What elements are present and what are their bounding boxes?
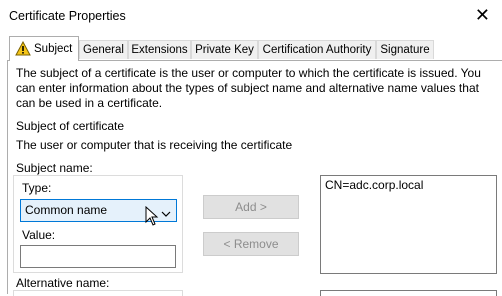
tab-general[interactable]: General — [79, 40, 128, 59]
type-label: Type: — [22, 181, 52, 195]
section-title: Subject of certificate — [16, 119, 125, 133]
list-item[interactable]: CN=adc.corp.local — [325, 178, 423, 192]
value-input[interactable] — [20, 245, 176, 268]
chevron-down-icon — [161, 207, 171, 221]
tab-signature[interactable]: Signature — [376, 40, 434, 59]
title-bar: Certificate Properties ✕ — [0, 0, 502, 33]
mouse-cursor — [145, 205, 159, 229]
description-line-1: The subject of a certificate is the user… — [16, 66, 481, 80]
alternative-name-group — [13, 290, 183, 296]
add-button[interactable]: Add > — [203, 195, 299, 219]
description-line-3: can be used in a certificate. — [16, 96, 163, 110]
remove-button[interactable]: < Remove — [203, 232, 299, 256]
window-title: Certificate Properties — [9, 9, 126, 23]
alternative-name-label: Alternative name: — [16, 276, 110, 290]
warning-icon — [15, 40, 31, 65]
tab-label: Certification Authority — [262, 44, 372, 56]
tab-label: Signature — [380, 44, 430, 56]
type-dropdown-value: Common name — [25, 203, 108, 217]
tab-label: Extensions — [131, 44, 188, 56]
tab-private-key[interactable]: Private Key — [191, 40, 258, 59]
tab-subject[interactable]: Subject — [9, 36, 79, 61]
tab-label: General — [83, 44, 124, 56]
tab-certification-authority[interactable]: Certification Authority — [258, 40, 376, 59]
description-line-2: can enter information about the types of… — [16, 81, 479, 95]
tab-extensions[interactable]: Extensions — [128, 40, 191, 59]
subject-name-label: Subject name: — [16, 161, 93, 175]
tab-label: Private Key — [195, 44, 254, 56]
alternative-name-list[interactable] — [320, 290, 497, 296]
subject-list[interactable]: CN=adc.corp.local — [320, 175, 497, 274]
close-button[interactable]: ✕ — [475, 4, 490, 26]
tab-label: Subject — [34, 43, 73, 55]
section-description: The user or computer that is receiving t… — [16, 138, 293, 152]
value-label: Value: — [22, 228, 56, 242]
